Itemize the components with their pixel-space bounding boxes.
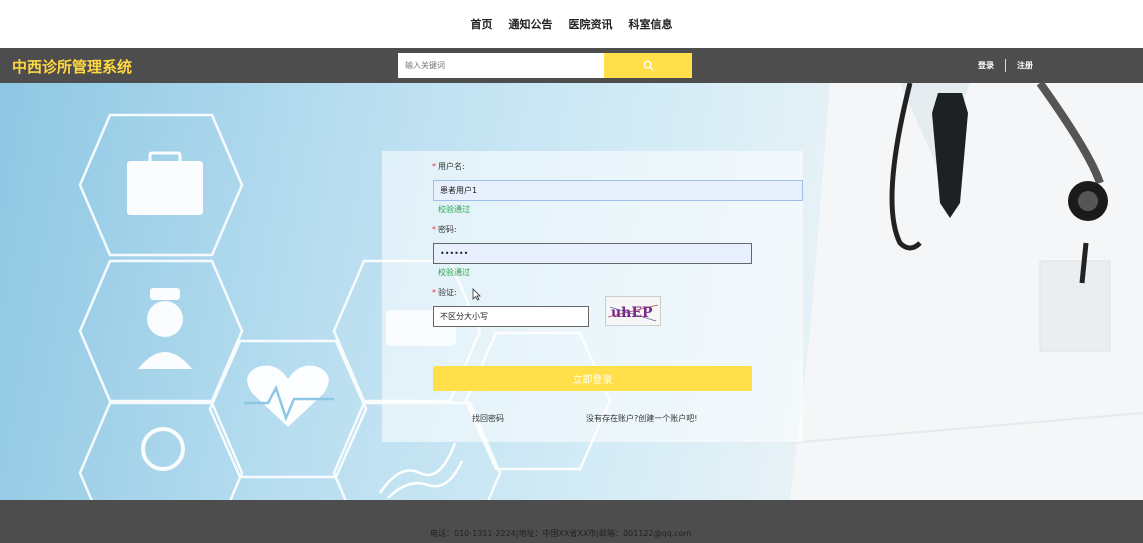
username-valid-text: 校验通过 <box>438 205 470 214</box>
first-aid-kit-icon <box>127 161 203 215</box>
create-account-link[interactable]: 没有存在账户?创建一个账户吧! <box>586 413 697 424</box>
username-label: * 用户名: <box>432 162 465 171</box>
search-icon <box>643 60 654 71</box>
password-valid-text: 校验通过 <box>438 268 470 277</box>
captcha-text: uhEP <box>611 305 653 321</box>
heart-icon <box>247 365 329 427</box>
password-input[interactable]: •••••• <box>433 243 752 264</box>
nav-notices[interactable]: 通知公告 <box>509 16 553 32</box>
register-link[interactable]: 注册 <box>1017 60 1033 71</box>
header-bar: 中西诊所管理系统 登录 注册 <box>0 48 1143 83</box>
search-button[interactable] <box>604 53 692 78</box>
captcha-image[interactable]: uhEP <box>605 296 661 326</box>
username-input[interactable]: 患者用户1 <box>433 180 803 201</box>
footer: 电话：010-1311-2224|地址：中国XX省XX市|邮箱：001122@q… <box>0 500 1143 543</box>
doctor-illustration <box>790 83 1143 500</box>
login-link[interactable]: 登录 <box>978 60 994 71</box>
nav-hospital-news[interactable]: 医院资讯 <box>569 16 613 32</box>
mouse-cursor-icon <box>472 288 481 301</box>
dna-icon <box>378 442 464 499</box>
site-title: 中西诊所管理系统 <box>12 58 133 76</box>
gauge-icon <box>141 427 185 471</box>
login-form: * 用户名: 患者用户1 校验通过 * 密码: •••••• 校验通过 * 验证: 不… <box>382 151 803 442</box>
search-box <box>398 53 692 78</box>
auth-links: 登录 注册 <box>978 59 1033 72</box>
nurse-icon <box>147 301 183 337</box>
login-submit-button[interactable]: 立即登录 <box>433 366 752 391</box>
forgot-password-link[interactable]: 找回密码 <box>472 413 504 424</box>
nav-home[interactable]: 首页 <box>471 16 493 32</box>
search-input[interactable] <box>398 53 604 78</box>
nav-department-info[interactable]: 科室信息 <box>629 16 673 32</box>
auth-divider <box>1005 59 1006 72</box>
captcha-input[interactable]: 不区分大小写 <box>433 306 589 327</box>
footer-contact-text: 电话：010-1311-2224|地址：中国XX省XX市|邮箱：001122@q… <box>430 529 692 538</box>
password-label: * 密码: <box>432 225 457 234</box>
top-navigation: 首页 通知公告 医院资讯 科室信息 <box>0 0 1143 48</box>
login-hero: * 用户名: 患者用户1 校验通过 * 密码: •••••• 校验通过 * 验证: 不… <box>0 83 1143 500</box>
captcha-label: * 验证: <box>432 288 457 297</box>
